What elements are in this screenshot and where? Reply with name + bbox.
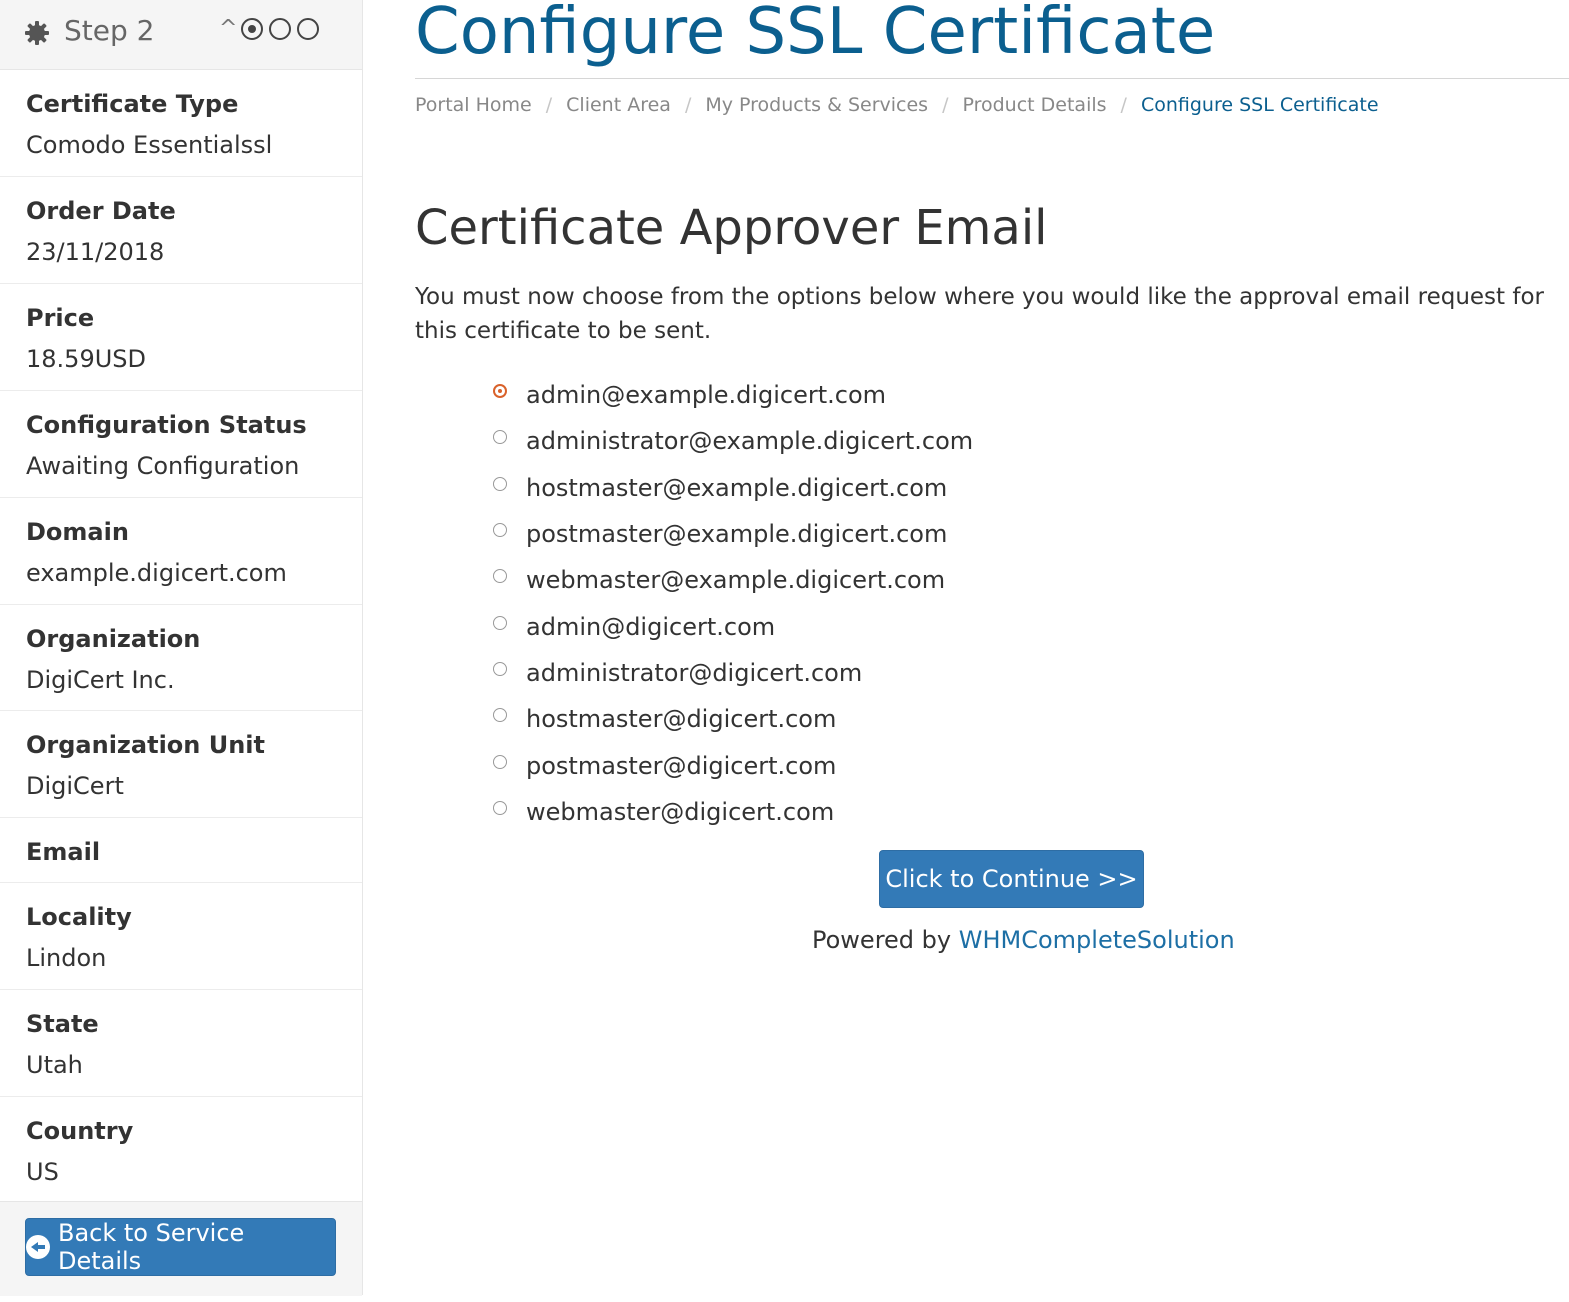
radio-button[interactable]	[493, 708, 507, 723]
back-to-service-details-button[interactable]: Back to Service Details	[25, 1218, 336, 1276]
sidebar-item-label: Organization	[26, 625, 201, 653]
breadcrumb-link[interactable]: Client Area	[566, 94, 671, 116]
sidebar-item: Configuration Status Awaiting Configurati…	[0, 391, 362, 498]
approver-email-label[interactable]: postmaster@example.digicert.com	[526, 520, 947, 548]
radio-button[interactable]	[493, 523, 507, 538]
breadcrumb-separator: /	[942, 94, 949, 116]
approver-email-label[interactable]: administrator@example.digicert.com	[526, 427, 973, 455]
breadcrumb: Portal Home / Client Area / My Products & Se…	[415, 94, 1379, 116]
sidebar-item-value: Utah	[26, 1051, 83, 1079]
approver-email-option[interactable]: administrator@example.digicert.com	[493, 418, 973, 464]
breadcrumb-separator: /	[1120, 94, 1127, 116]
sidebar-item-label: Country	[26, 1117, 134, 1145]
step-indicator-3[interactable]	[297, 18, 320, 40]
sidebar-item-label: Certificate Type	[26, 90, 239, 118]
radio-button[interactable]	[493, 800, 507, 815]
page-title: Configure SSL Certificate	[415, 0, 1216, 69]
approver-email-label[interactable]: admin@example.digicert.com	[526, 381, 886, 409]
sidebar-item-value: Awaiting Configuration	[26, 452, 300, 480]
approver-email-option[interactable]: postmaster@digicert.com	[493, 742, 973, 788]
sidebar-item-value: 18.59USD	[26, 345, 146, 373]
sidebar-item-value: DigiCert Inc.	[26, 666, 175, 694]
sidebar-item-label: Domain	[26, 518, 129, 546]
sidebar-item-value: US	[26, 1158, 59, 1186]
sidebar-item: Domain example.digicert.com	[0, 498, 362, 605]
sidebar-item-label: Email	[26, 838, 101, 866]
radio-button[interactable]	[493, 661, 507, 676]
sidebar-header: Step 2 ^	[0, 0, 362, 70]
sidebar-item-label: Price	[26, 304, 95, 332]
step-label: Step 2	[64, 14, 155, 47]
breadcrumb-link[interactable]: Portal Home	[415, 94, 532, 116]
section-title: Certificate Approver Email	[415, 200, 1048, 256]
breadcrumb-link[interactable]: Product Details	[962, 94, 1106, 116]
sidebar-item: State Utah	[0, 990, 362, 1097]
sidebar-item-label: Locality	[26, 903, 132, 931]
approver-email-option[interactable]: webmaster@digicert.com	[493, 789, 973, 835]
approver-email-option[interactable]: admin@digicert.com	[493, 603, 973, 649]
approver-email-label[interactable]: admin@digicert.com	[526, 613, 775, 641]
approver-email-option[interactable]: admin@example.digicert.com	[493, 372, 973, 418]
continue-button[interactable]: Click to Continue >>	[879, 850, 1144, 908]
sidebar: Step 2 ^ Certificate Type Comodo Essentia…	[0, 0, 363, 1296]
radio-button[interactable]	[493, 476, 507, 491]
breadcrumb-separator: /	[684, 94, 692, 116]
sidebar-item-value: 23/11/2018	[26, 238, 165, 266]
back-button-label: Back to Service Details	[57, 1219, 245, 1275]
radio-button[interactable]	[493, 430, 507, 445]
whmcs-link[interactable]: WHMCompleteSolution	[959, 926, 1235, 954]
radio-button[interactable]	[493, 615, 507, 630]
approver-email-label[interactable]: administrator@digicert.com	[526, 659, 862, 687]
sidebar-item-label: Organization Unit	[26, 731, 265, 759]
arrow-circle-left-icon	[26, 1235, 50, 1259]
sidebar-item-value: DigiCert	[26, 772, 124, 800]
sidebar-item: Organization DigiCert Inc.	[0, 605, 362, 711]
step-indicator-2[interactable]	[269, 18, 292, 40]
sidebar-item: Certificate Type Comodo Essentialssl	[0, 70, 362, 177]
approver-email-option[interactable]: postmaster@example.digicert.com	[493, 511, 973, 557]
step-indicator-1[interactable]	[241, 18, 264, 40]
step-controls: ^	[219, 18, 320, 40]
approver-email-label[interactable]: hostmaster@example.digicert.com	[526, 474, 947, 502]
breadcrumb-current: Configure SSL Certificate	[1140, 94, 1379, 116]
sidebar-item-value: Comodo Essentialssl	[26, 131, 273, 159]
title-divider	[415, 78, 1569, 79]
gear-icon	[25, 21, 49, 45]
sidebar-item-label: State	[26, 1010, 99, 1038]
approver-email-option[interactable]: hostmaster@digicert.com	[493, 696, 973, 742]
sidebar-item: Country US	[0, 1097, 362, 1204]
sidebar-item: Price 18.59USD	[0, 284, 362, 391]
sidebar-item: Email	[0, 818, 362, 883]
powered-by-text: Powered by	[812, 926, 952, 954]
approver-email-label[interactable]: webmaster@example.digicert.com	[526, 566, 945, 594]
sidebar-item-label: Configuration Status	[26, 411, 307, 439]
sidebar-details-list: Certificate Type Comodo Essentialssl Order…	[0, 70, 362, 1204]
approver-email-option[interactable]: hostmaster@example.digicert.com	[493, 465, 973, 511]
breadcrumb-link[interactable]: My Products & Services	[705, 94, 928, 116]
powered-by: Powered by WHMCompleteSolution	[812, 926, 1235, 954]
intro-text: You must now choose from the options bel…	[415, 284, 1544, 344]
approver-email-label[interactable]: hostmaster@digicert.com	[526, 705, 836, 733]
sidebar-item-label: Order Date	[26, 197, 176, 225]
sidebar-footer: Back to Service Details	[0, 1201, 362, 1296]
approver-email-option[interactable]: webmaster@example.digicert.com	[493, 557, 973, 603]
breadcrumb-separator: /	[545, 94, 553, 116]
approver-email-label[interactable]: postmaster@digicert.com	[526, 752, 836, 780]
sidebar-item-value: Lindon	[26, 944, 107, 972]
chevron-up-icon[interactable]: ^	[219, 18, 237, 40]
radio-button[interactable]	[493, 569, 507, 584]
radio-button[interactable]	[493, 384, 507, 399]
radio-button[interactable]	[493, 754, 507, 769]
sidebar-item: Organization Unit DigiCert	[0, 711, 362, 818]
sidebar-item: Order Date 23/11/2018	[0, 177, 362, 284]
sidebar-item-value: example.digicert.com	[26, 559, 287, 587]
sidebar-item: Locality Lindon	[0, 883, 362, 990]
approver-email-label[interactable]: webmaster@digicert.com	[526, 798, 834, 826]
approver-email-option[interactable]: administrator@digicert.com	[493, 650, 973, 696]
approver-email-options: admin@example.digicert.com administrator@…	[493, 372, 973, 835]
